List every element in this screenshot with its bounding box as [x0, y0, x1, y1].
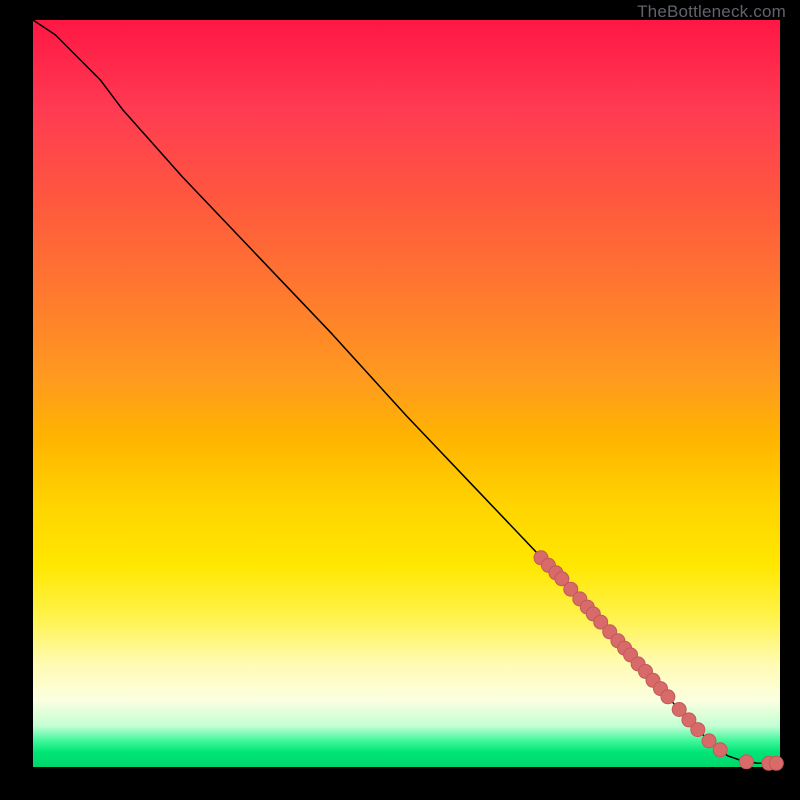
scatter-markers: [534, 551, 783, 771]
chart-stage: TheBottleneck.com: [0, 0, 800, 800]
curve-line: [33, 20, 780, 763]
chart-overlay: [0, 0, 800, 800]
